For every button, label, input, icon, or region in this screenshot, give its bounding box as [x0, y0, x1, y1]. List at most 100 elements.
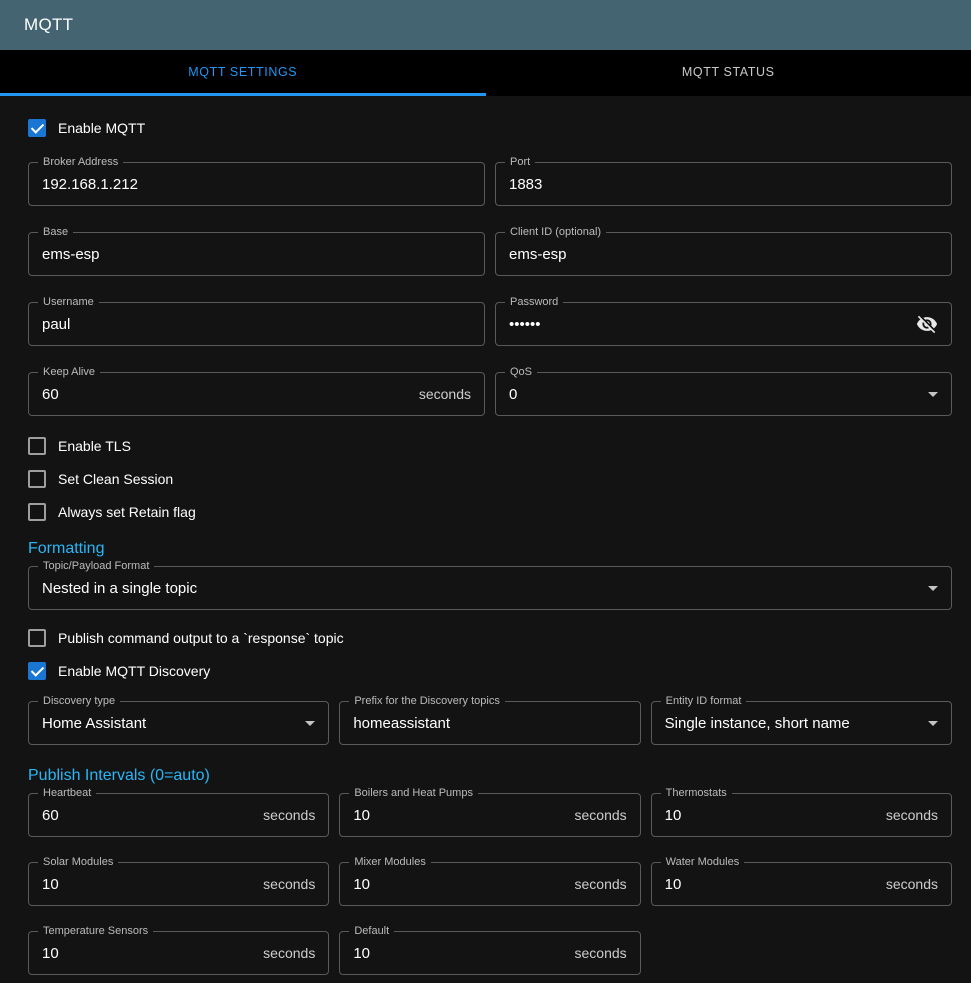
retain-flag-checkbox[interactable]: Always set Retain flag: [28, 500, 952, 524]
field-value: 10: [353, 876, 564, 893]
qos-select[interactable]: QoS 0: [495, 372, 952, 416]
field-label: Topic/Payload Format: [38, 560, 154, 572]
keepalive-qos-row: Keep Alive 60 seconds QoS 0: [28, 372, 952, 416]
field-value: 10: [665, 807, 876, 824]
enable-discovery-checkbox[interactable]: Enable MQTT Discovery: [28, 659, 952, 683]
topic-payload-format-select[interactable]: Topic/Payload Format Nested in a single …: [28, 566, 952, 610]
base-clientid-row: Base ems-esp Client ID (optional) ems-es…: [28, 232, 952, 276]
entity-id-format-select[interactable]: Entity ID format Single instance, short …: [651, 701, 952, 745]
field-value: 60: [42, 386, 409, 403]
field-label: Temperature Sensors: [38, 925, 153, 937]
field-suffix: seconds: [575, 807, 627, 823]
field-label: Heartbeat: [38, 787, 96, 799]
publish-intervals-grid: Heartbeat 60 seconds Boilers and Heat Pu…: [28, 793, 952, 975]
field-value: Home Assistant: [42, 715, 295, 732]
checkbox-label: Always set Retain flag: [58, 504, 196, 520]
field-label: Mixer Modules: [349, 856, 431, 868]
checkbox-label: Enable TLS: [58, 438, 131, 454]
field-label: Water Modules: [661, 856, 745, 868]
page-title: MQTT: [24, 15, 73, 35]
dropdown-arrow-icon: [928, 392, 938, 397]
discovery-row: Discovery type Home Assistant Prefix for…: [28, 701, 952, 745]
default-interval-field[interactable]: Default 10 seconds: [339, 931, 640, 975]
field-label: Base: [38, 226, 73, 238]
app-header: MQTT: [0, 0, 971, 50]
discovery-prefix-field[interactable]: Prefix for the Discovery topics homeassi…: [339, 701, 640, 745]
field-label: Entity ID format: [661, 695, 747, 707]
boilers-interval-field[interactable]: Boilers and Heat Pumps 10 seconds: [339, 793, 640, 837]
checkbox-icon[interactable]: [28, 119, 46, 137]
broker-address-field[interactable]: Broker Address 192.168.1.212: [28, 162, 485, 206]
thermostats-interval-field[interactable]: Thermostats 10 seconds: [651, 793, 952, 837]
field-value: 10: [353, 807, 564, 824]
field-value: homeassistant: [353, 715, 626, 732]
clean-session-checkbox[interactable]: Set Clean Session: [28, 467, 952, 491]
dropdown-arrow-icon: [928, 586, 938, 591]
tab-mqtt-status[interactable]: MQTT STATUS: [486, 50, 971, 96]
field-label: Prefix for the Discovery topics: [349, 695, 505, 707]
field-label: Broker Address: [38, 156, 123, 168]
discovery-type-select[interactable]: Discovery type Home Assistant: [28, 701, 329, 745]
field-value: 60: [42, 807, 253, 824]
temperature-sensors-interval-field[interactable]: Temperature Sensors 10 seconds: [28, 931, 329, 975]
password-field[interactable]: Password ••••••: [495, 302, 952, 346]
field-value: paul: [42, 316, 471, 333]
field-value: 10: [665, 876, 876, 893]
checkbox-icon[interactable]: [28, 662, 46, 680]
checkbox-icon[interactable]: [28, 629, 46, 647]
water-interval-field[interactable]: Water Modules 10 seconds: [651, 862, 952, 906]
dropdown-arrow-icon: [928, 721, 938, 726]
field-label: Password: [505, 296, 563, 308]
field-value: 10: [42, 945, 253, 962]
field-suffix: seconds: [263, 945, 315, 961]
enable-mqtt-checkbox[interactable]: Enable MQTT: [28, 116, 952, 140]
field-value: ••••••: [509, 316, 906, 333]
checkbox-icon[interactable]: [28, 437, 46, 455]
field-suffix: seconds: [886, 876, 938, 892]
field-value: 10: [353, 945, 564, 962]
field-suffix: seconds: [575, 945, 627, 961]
checkbox-label: Set Clean Session: [58, 471, 173, 487]
field-label: Default: [349, 925, 394, 937]
formatting-section-title: Formatting: [28, 540, 952, 558]
client-id-field[interactable]: Client ID (optional) ems-esp: [495, 232, 952, 276]
field-value: Single instance, short name: [665, 715, 918, 732]
field-value: 1883: [509, 176, 938, 193]
field-label: Port: [505, 156, 535, 168]
heartbeat-interval-field[interactable]: Heartbeat 60 seconds: [28, 793, 329, 837]
field-label: Solar Modules: [38, 856, 118, 868]
checkbox-label: Enable MQTT: [58, 120, 145, 136]
field-label: Discovery type: [38, 695, 120, 707]
visibility-off-icon: [916, 313, 938, 335]
field-label: Client ID (optional): [505, 226, 606, 238]
username-field[interactable]: Username paul: [28, 302, 485, 346]
field-label: Thermostats: [661, 787, 732, 799]
keep-alive-field[interactable]: Keep Alive 60 seconds: [28, 372, 485, 416]
field-label: QoS: [505, 366, 537, 378]
field-value: 192.168.1.212: [42, 176, 471, 193]
toggle-password-visibility-button[interactable]: [916, 313, 938, 335]
enable-tls-checkbox[interactable]: Enable TLS: [28, 434, 952, 458]
checkbox-icon[interactable]: [28, 470, 46, 488]
checkbox-label: Enable MQTT Discovery: [58, 663, 210, 679]
main-content: Enable MQTT Broker Address 192.168.1.212…: [0, 96, 971, 975]
field-label: Boilers and Heat Pumps: [349, 787, 478, 799]
field-suffix: seconds: [886, 807, 938, 823]
port-field[interactable]: Port 1883: [495, 162, 952, 206]
publish-response-checkbox[interactable]: Publish command output to a `response` t…: [28, 626, 952, 650]
field-value: 10: [42, 876, 253, 893]
credentials-row: Username paul Password ••••••: [28, 302, 952, 346]
field-value: ems-esp: [509, 246, 938, 263]
field-value: Nested in a single topic: [42, 580, 918, 597]
solar-interval-field[interactable]: Solar Modules 10 seconds: [28, 862, 329, 906]
publish-intervals-section-title: Publish Intervals (0=auto): [28, 767, 952, 785]
field-label: Keep Alive: [38, 366, 100, 378]
field-suffix: seconds: [575, 876, 627, 892]
checkbox-icon[interactable]: [28, 503, 46, 521]
mixer-interval-field[interactable]: Mixer Modules 10 seconds: [339, 862, 640, 906]
field-suffix: seconds: [263, 876, 315, 892]
base-field[interactable]: Base ems-esp: [28, 232, 485, 276]
tab-mqtt-settings[interactable]: MQTT SETTINGS: [0, 50, 486, 96]
field-suffix: seconds: [263, 807, 315, 823]
field-value: ems-esp: [42, 246, 471, 263]
